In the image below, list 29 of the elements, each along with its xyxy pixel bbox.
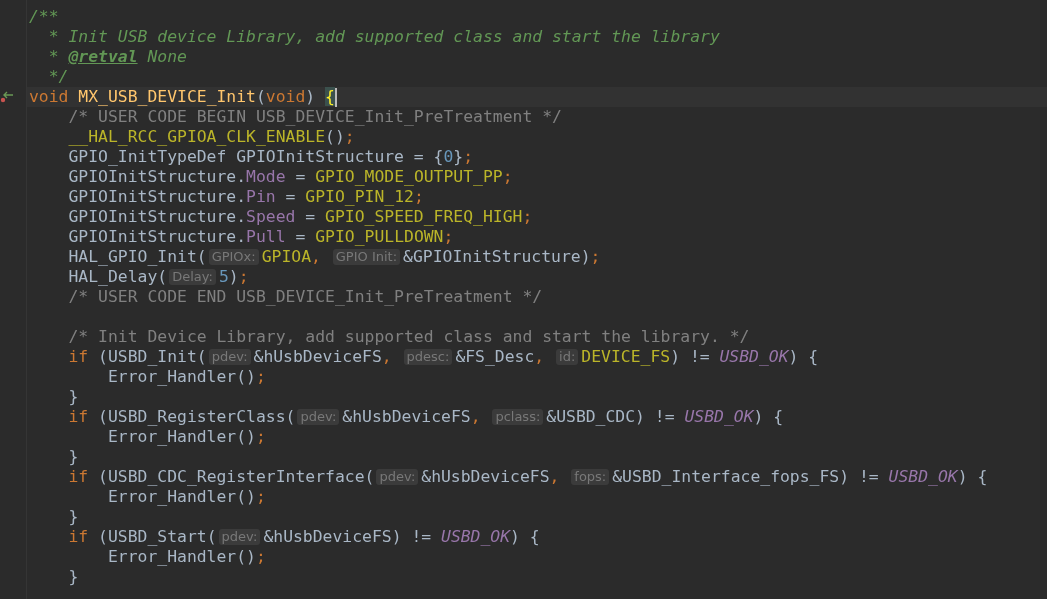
code-line: /** bbox=[29, 7, 59, 27]
code-line: __HAL_RCC_GPIOA_CLK_ENABLE(); bbox=[67, 127, 355, 147]
code-line: } bbox=[67, 387, 79, 407]
code-line: Error_Handler(); bbox=[106, 367, 266, 387]
code-line: } bbox=[67, 447, 79, 467]
code-line: Error_Handler(); bbox=[106, 487, 266, 507]
code-line: if (USBD_CDC_RegisterInterface( pdev: &hUsbDeviceFS, fops: &USBD_Interface_fops_FS) != USBD_OK) { bbox=[67, 467, 988, 487]
code-line: GPIOInitStructure.Pull = GPIO_PULLDOWN; bbox=[67, 227, 454, 247]
code-line: */ bbox=[47, 67, 69, 87]
code-line: GPIOInitStructure.Pin = GPIO_PIN_12; bbox=[67, 187, 424, 207]
implementation-arrow-icon[interactable] bbox=[0, 91, 14, 103]
code-line: GPIO_InitTypeDef GPIOInitStructure = {0}; bbox=[67, 147, 474, 167]
code-line: GPIOInitStructure.Speed = GPIO_SPEED_FREQ_HIGH; bbox=[67, 207, 533, 227]
code-line: if (USBD_Init( pdev: &hUsbDeviceFS, pdesc: &FS_Desc, id: DEVICE_FS) != USBD_OK) { bbox=[67, 347, 819, 367]
code-line: HAL_Delay( Delay: 5); bbox=[67, 267, 249, 287]
code-line: if (USBD_Start( pdev: &hUsbDeviceFS) != USBD_OK) { bbox=[67, 527, 540, 547]
code-line: } bbox=[67, 567, 79, 587]
code-line: * @retval None bbox=[47, 47, 187, 67]
code-line: void MX_USB_DEVICE_Init(void) { bbox=[29, 87, 335, 107]
code-line: } bbox=[67, 507, 79, 527]
code-line: GPIOInitStructure.Mode = GPIO_MODE_OUTPUT_PP; bbox=[67, 167, 513, 187]
code-line: Error_Handler(); bbox=[106, 427, 266, 447]
code-line: if (USBD_RegisterClass( pdev: &hUsbDeviceFS, pclass: &USBD_CDC) != USBD_OK) { bbox=[67, 407, 784, 427]
code-line: /* USER CODE END USB_DEVICE_Init_PreTreatment */ bbox=[67, 287, 543, 307]
code-line: * Init USB device Library, add supported class and start the library bbox=[47, 27, 720, 47]
code-line: /* USER CODE BEGIN USB_DEVICE_Init_PreTreatment */ bbox=[67, 107, 562, 127]
code-line: HAL_GPIO_Init( GPIOx: GPIOA, GPIO Init: &GPIOInitStructure); bbox=[67, 247, 601, 267]
code-line: Error_Handler(); bbox=[106, 547, 266, 567]
code-line: /* Init Device Library, add supported class and start the library. */ bbox=[67, 327, 750, 347]
